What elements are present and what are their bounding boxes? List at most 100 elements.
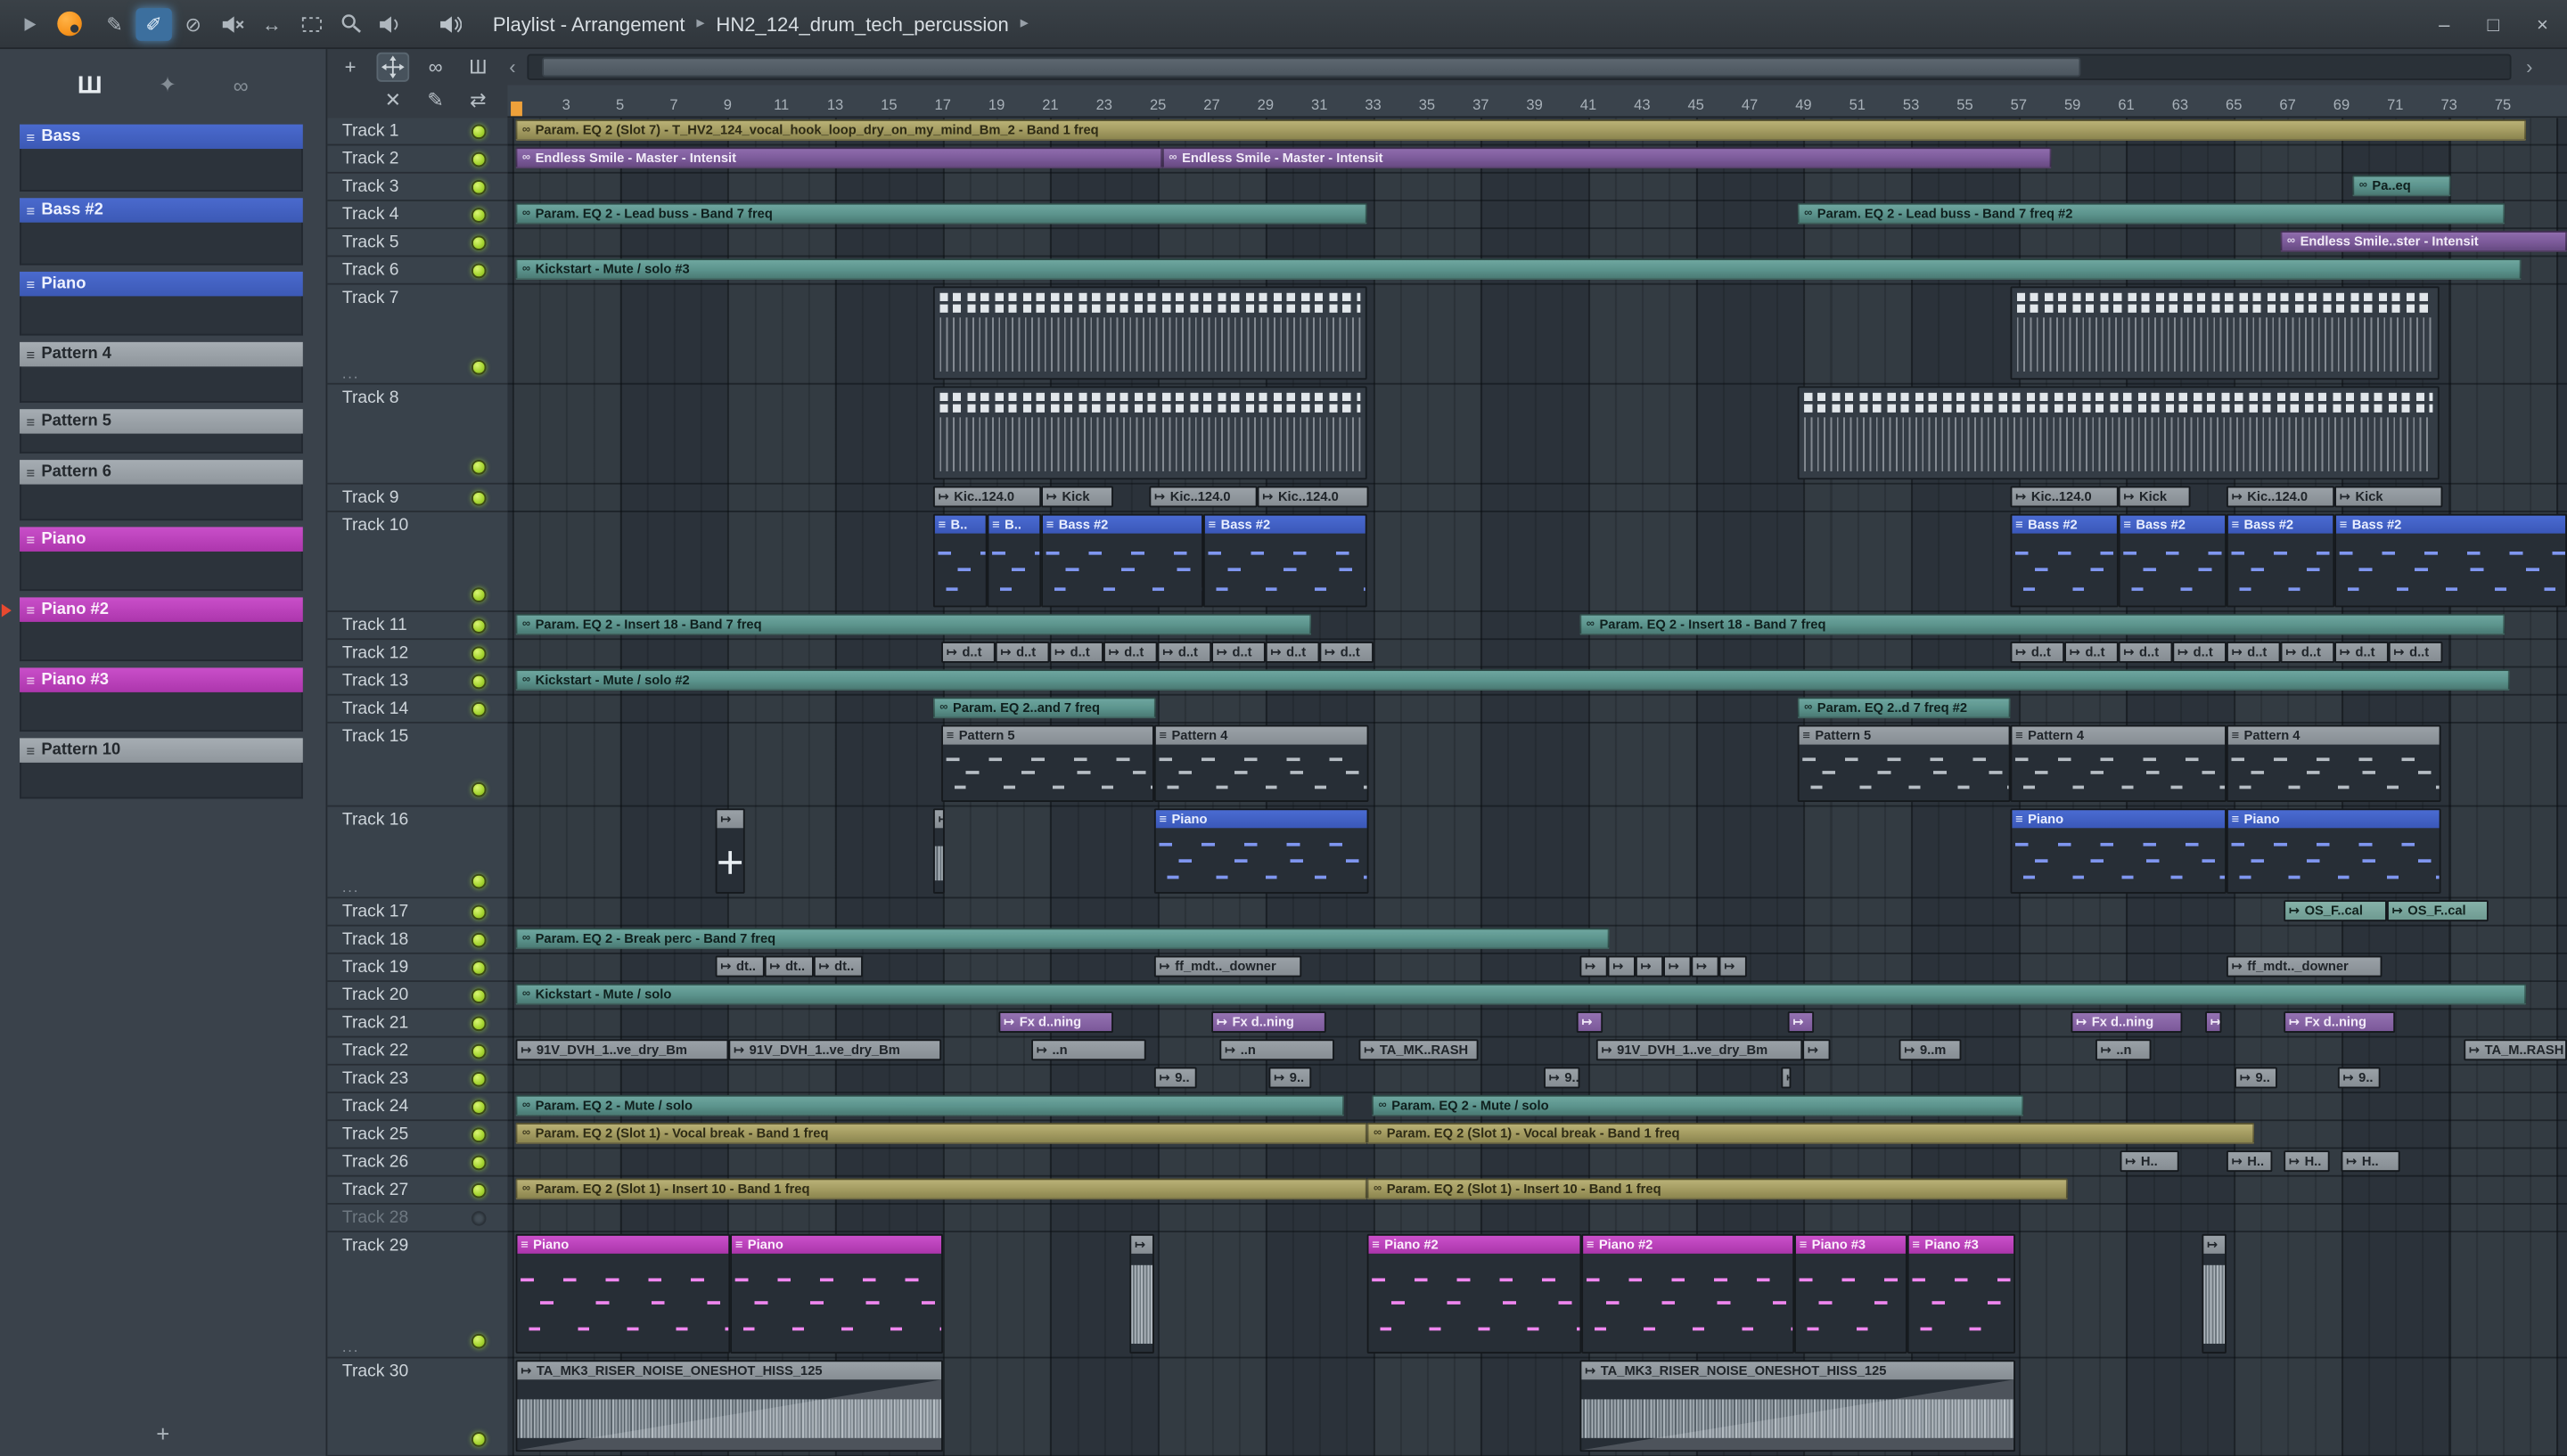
audio-clip[interactable]: ↦ 91V_DVH_1..ve_dry_Bm (515, 1039, 729, 1061)
audio-clip[interactable]: ↦ dt.. (715, 955, 765, 977)
track-enable-led[interactable] (471, 234, 487, 250)
ruler-bar-number[interactable]: 5 (616, 96, 624, 112)
track-enable-led[interactable] (471, 262, 487, 278)
audio-clip[interactable]: ↦ d..t (1157, 641, 1212, 663)
pattern-clip[interactable]: ≡ Bass #2 (2226, 513, 2335, 608)
track-name[interactable]: Track 22 (342, 1041, 408, 1060)
track-lane[interactable]: ∞ Endless Smile - Master - Intensit ∞ Endle… (507, 145, 2567, 174)
track-enable-led[interactable] (471, 179, 487, 194)
track-lane[interactable]: ↦ d..t ↦ d..t ↦ d..t ↦ d..t ↦ d..t ↦ d..t ↦ d..t ↦ d..t… (507, 640, 2567, 668)
audio-clip[interactable]: ↦ d..t (995, 641, 1050, 663)
ruler-bar-number[interactable]: 17 (935, 96, 951, 112)
ruler-bar-number[interactable]: 49 (1795, 96, 1811, 112)
pattern-clip[interactable]: ≡ Piano #2 (1581, 1233, 1795, 1354)
fl-studio-logo-icon[interactable] (57, 11, 82, 37)
track-lane[interactable]: ∞ Endless Smile..ster - Intensit (507, 229, 2567, 258)
automation-clip[interactable]: ∞ Param. EQ 2 - Mute / solo (1372, 1094, 2024, 1117)
track-header[interactable]: Track 28 (327, 1204, 508, 1233)
pattern-clip[interactable]: ≡ Pattern 4 (2226, 724, 2441, 802)
track-name[interactable]: Track 14 (342, 699, 408, 718)
track-lane[interactable]: ↦ H.. ↦ H.. ↦ H.. ↦ H.. (507, 1149, 2567, 1177)
audio-clip[interactable]: ↦ 9.. (1544, 1067, 1580, 1089)
audio-clip[interactable]: ↦ OS_F..cal (2386, 900, 2489, 922)
ruler-bar-number[interactable]: 31 (1311, 96, 1327, 112)
automation-clip[interactable]: ∞ Pa..eq (2352, 175, 2451, 197)
track-enable-led[interactable] (471, 645, 487, 661)
delete-tool-icon[interactable]: ⊘ (176, 7, 211, 40)
track-name[interactable]: Track 3 (342, 176, 399, 196)
minimize-button[interactable]: – (2420, 0, 2469, 48)
ruler-bar-number[interactable]: 65 (2226, 96, 2242, 112)
track-name[interactable]: Track 24 (342, 1097, 408, 1117)
audio-clip[interactable]: ↦ (715, 808, 745, 894)
audio-clip[interactable]: ↦ ..n (1219, 1039, 1334, 1061)
sparkle-icon[interactable]: ✦ (159, 72, 176, 98)
drum-pattern-clip[interactable] (932, 386, 1367, 480)
track-lane[interactable]: ∞ Param. EQ 2 (Slot 1) - Vocal break - Ba… (507, 1121, 2567, 1149)
audio-clip[interactable]: ↦ Fx d..ning (998, 1011, 1113, 1033)
track-header[interactable]: Track 13 (327, 667, 508, 696)
automation-clip[interactable]: ∞ Param. EQ 2 - Insert 18 - Band 7 freq (515, 613, 1312, 635)
audio-clip[interactable]: ↦ Kic..124.0 (1257, 486, 1369, 508)
automation-clip[interactable]: ∞ Param. EQ 2 - Break perc - Band 7 freq (515, 928, 1610, 950)
audio-clip[interactable]: ↦ ff_mdt.._downer (1153, 955, 1302, 977)
audio-clip[interactable]: ↦ 91V_DVH_1..ve_dry_Bm (1595, 1039, 1803, 1061)
playback-preview-icon[interactable] (372, 7, 407, 40)
ruler-bar-number[interactable]: 29 (1258, 96, 1274, 112)
automation-clip[interactable]: ∞ Kickstart - Mute / solo #2 (515, 669, 2510, 691)
pattern-clip[interactable]: ≡ Bass #2 (2118, 513, 2227, 608)
track-name[interactable]: Track 23 (342, 1068, 408, 1088)
audio-clip[interactable]: ↦ TA_MK..RASH (1358, 1039, 1479, 1061)
ruler-bar-number[interactable]: 7 (669, 96, 677, 112)
track-header[interactable]: Track 30 (327, 1358, 508, 1456)
audio-clip[interactable]: ↦ ff_mdt.._downer (2226, 955, 2382, 977)
slip-tool-icon[interactable]: ✎ (96, 7, 132, 40)
audio-clip[interactable]: ↦ d..t (2010, 641, 2065, 663)
audio-clip[interactable]: ↦ (1787, 1011, 1815, 1033)
automation-clip[interactable]: ∞ Endless Smile..ster - Intensit (2280, 230, 2567, 252)
ruler-bar-number[interactable]: 33 (1365, 96, 1381, 112)
audio-clip[interactable]: ↦ Kick (1041, 486, 1113, 508)
track-lane[interactable] (507, 1205, 2567, 1233)
playlist-grid[interactable]: ∞ Param. EQ 2 (Slot 7) - T_HV2_124_vocal_… (507, 118, 2567, 1456)
mute-tool-icon[interactable] (215, 7, 250, 40)
audio-clip[interactable]: ↦ TA_MK3_RISER_NOISE_ONESHOT_HISS_125 (1579, 1360, 2016, 1452)
automation-clip[interactable]: ∞ Param. EQ 2 (Slot 7) - T_HV2_124_vocal_… (515, 119, 2527, 141)
track-enable-led[interactable] (471, 360, 487, 375)
track-enable-led[interactable] (471, 873, 487, 889)
link-tool-button[interactable]: ∞ (419, 53, 452, 82)
ruler-bar-number[interactable]: 63 (2172, 96, 2188, 112)
pattern-clip[interactable]: ≡ Piano #3 (1794, 1233, 1907, 1354)
track-header[interactable]: Track 6 (327, 257, 508, 285)
zoom-tool-icon[interactable] (332, 7, 368, 40)
track-lane[interactable]: ↦ OS_F..cal ↦ OS_F..cal (507, 898, 2567, 927)
track-header[interactable]: Track 1 (327, 118, 508, 146)
ruler-bar-number[interactable]: 45 (1687, 96, 1703, 112)
automation-clip[interactable]: ∞ Param. EQ 2 (Slot 1) - Vocal break - Ba… (1366, 1122, 2255, 1144)
pattern-clip[interactable]: ≡ Piano (730, 1233, 943, 1354)
automation-clip[interactable]: ∞ Param. EQ 2 - Insert 18 - Band 7 freq (1579, 613, 2505, 635)
ruler-bar-number[interactable]: 47 (1742, 96, 1758, 112)
automation-clip[interactable]: ∞ Endless Smile - Master - Intensit (515, 147, 1163, 169)
track-lane[interactable]: ≡ B.. ≡ B.. ≡ Bass #2 ≡ Bass #2 ≡ Bass #2 ≡ Bass #2… (507, 512, 2567, 612)
track-header[interactable]: Track 4 (327, 200, 508, 230)
track-enable-led[interactable] (471, 1333, 487, 1349)
track-name[interactable]: Track 16 (342, 810, 408, 830)
track-header[interactable]: Track 14 (327, 695, 508, 724)
ruler-bar-number[interactable]: 21 (1042, 96, 1058, 112)
pattern-clip[interactable]: ≡ Pattern 4 (1153, 724, 1369, 802)
track-name[interactable]: Track 15 (342, 727, 408, 747)
track-name[interactable]: Track 9 (342, 487, 399, 507)
audio-clip[interactable]: ↦ (1663, 955, 1692, 977)
ruler-bar-number[interactable]: 3 (562, 96, 570, 112)
track-enable-led[interactable] (471, 1099, 487, 1114)
track-name[interactable]: Track 11 (342, 616, 407, 635)
track-lane[interactable]: ↦↦≡Piano≡Piano≡Piano (507, 807, 2567, 899)
ruler-bar-number[interactable]: 67 (2279, 96, 2295, 112)
ruler-bar-number[interactable]: 55 (1956, 96, 1972, 112)
pattern-item[interactable]: ≡ Pattern 5 (20, 409, 303, 454)
track-name[interactable]: Track 6 (342, 260, 399, 280)
track-header[interactable]: Track 15 (327, 723, 508, 807)
pattern-clip[interactable]: ≡ Piano (1153, 808, 1369, 894)
audio-clip[interactable]: ↦ d..t (2064, 641, 2119, 663)
